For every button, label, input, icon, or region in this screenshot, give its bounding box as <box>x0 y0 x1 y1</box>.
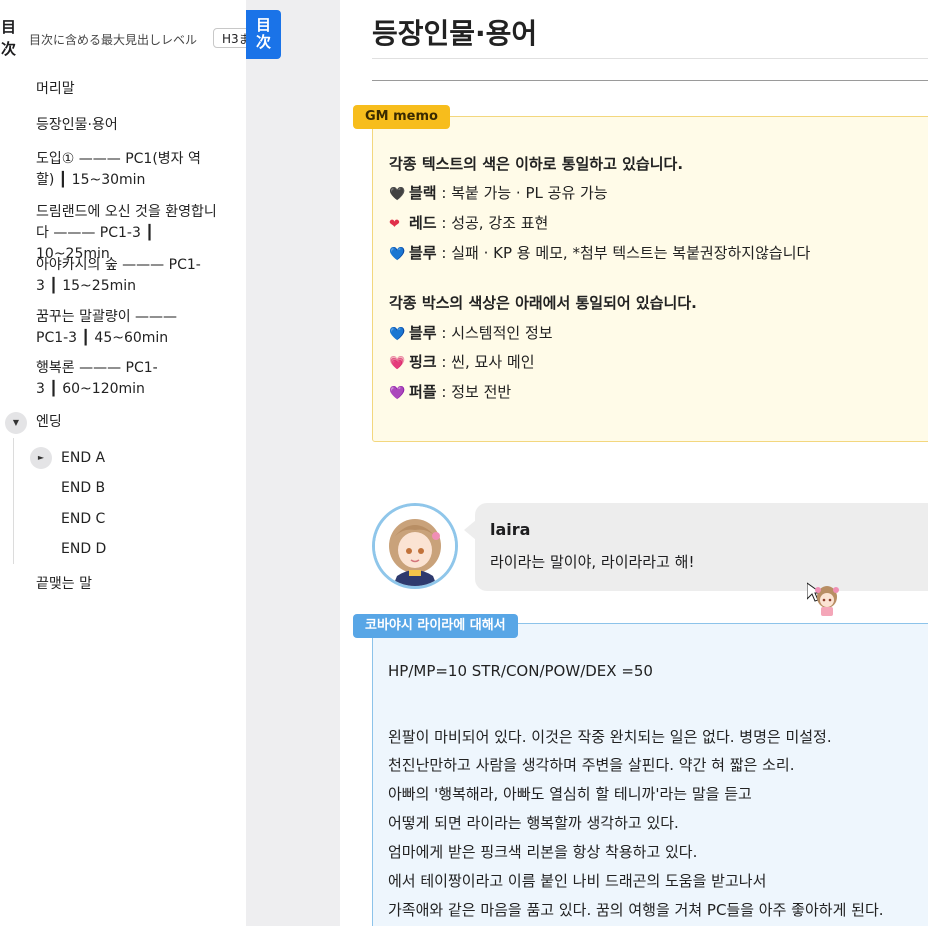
toc-tree-line <box>13 438 14 564</box>
memo-row-red: ❤ 레드 : 성공, 강조 표현 <box>389 212 548 236</box>
info-line: 가족애와 같은 마음을 품고 있다. 꿈의 여행을 거쳐 PC들을 아주 좋아하… <box>388 901 884 919</box>
memo-color-desc: : 복붙 가능 · PL 공유 가능 <box>436 184 608 202</box>
memo-row-blue-box: 💙 블루 : 시스템적인 정보 <box>389 322 553 346</box>
speaker-name: laira <box>490 520 531 539</box>
toc-item-characters[interactable]: 등장인물·용어 <box>36 115 224 136</box>
memo-heading-box-colors: 각종 박스의 색상은 아래에서 통일되어 있습니다. <box>389 294 697 312</box>
memo-color-desc: : 시스템적인 정보 <box>436 324 553 342</box>
toc-item-intro[interactable]: 도입① ——— PC1(병자 역할) ┃ 15~30min <box>36 149 206 191</box>
character-info-label: 코바야시 라이라에 대해서 <box>353 614 518 638</box>
toc-toggle-tab[interactable]: 目 次 <box>246 10 281 59</box>
avatar-laira <box>372 503 458 589</box>
memo-color-name: 핑크 <box>409 353 437 371</box>
toc-level-label: 目次に含める最大見出しレベル <box>29 33 198 47</box>
memo-color-name: 퍼플 <box>409 383 437 401</box>
pink-heart-icon: 💗 <box>389 356 406 371</box>
red-heart-icon: ❤ <box>389 217 400 232</box>
toc-item-closing[interactable]: 끝맺는 말 <box>36 574 224 595</box>
toc-toggle-ending[interactable]: ▼ <box>5 412 27 434</box>
toc-item-happiness[interactable]: 행복론 ——— PC1-3 ┃ 60~120min <box>36 358 161 400</box>
toc-item-end-a[interactable]: END A <box>61 448 246 469</box>
title-divider <box>372 80 928 81</box>
memo-color-name: 블랙 <box>409 184 437 202</box>
memo-row-purple-box: 💜 퍼플 : 정보 전반 <box>389 381 511 405</box>
memo-row-black: 🖤 블랙 : 복붙 가능 · PL 공유 가능 <box>389 182 608 206</box>
gm-memo-label: GM memo <box>353 105 450 129</box>
toc-toggle-end-a[interactable]: ► <box>30 447 52 469</box>
info-line: 어떻게 되면 라이라는 행복할까 생각하고 있다. <box>388 814 679 832</box>
toc-item-end-b[interactable]: END B <box>61 478 246 499</box>
toc-item-end-d[interactable]: END D <box>61 539 246 560</box>
toc-sidebar: 目 次 目次に含める最大見出しレベル H3ま 머리말 등장인물·용어 도입① —… <box>0 0 246 926</box>
toc-item-ending[interactable]: 엔딩 <box>36 412 224 433</box>
info-line: 엄마에게 받은 핑크색 리본을 항상 착용하고 있다. <box>388 843 698 861</box>
memo-color-desc: : 실패 · KP 용 메모, *첨부 텍스트는 복붙권장하지않습니다 <box>436 244 811 262</box>
memo-heading-text-colors: 각종 텍스트의 색은 이하로 통일하고 있습니다. <box>389 155 684 173</box>
speech-text: 라이라는 말이야, 라이라라고 해! <box>490 553 695 571</box>
memo-color-desc: : 씬, 묘사 메인 <box>436 353 535 371</box>
info-line: 아빠의 '행복해라, 아빠도 열심히 할 테니까'라는 말을 듣고 <box>388 785 752 803</box>
memo-row-blue: 💙 블루 : 실패 · KP 용 메모, *첨부 텍스트는 복붙권장하지않습니다 <box>389 242 810 266</box>
toc-item-end-c[interactable]: END C <box>61 509 246 530</box>
blue-heart-icon: 💙 <box>389 327 406 342</box>
speech-bubble <box>475 503 928 591</box>
toc-title: 目 次 <box>1 18 17 58</box>
memo-color-name: 블루 <box>409 244 437 262</box>
memo-color-desc: : 정보 전반 <box>436 383 512 401</box>
memo-color-name: 블루 <box>409 324 437 342</box>
document-page: 등장인물·용어 각종 텍스트의 색은 이하로 통일하고 있습니다. 🖤 블랙 : … <box>340 0 928 926</box>
info-line: 천진난만하고 사람을 생각하며 주변을 살핀다. 약간 혀 짧은 소리. <box>388 756 795 774</box>
gm-memo-box: 각종 텍스트의 색은 이하로 통일하고 있습니다. 🖤 블랙 : 복붙 가능 · … <box>372 116 928 442</box>
info-line: 에서 테이짱이라고 이름 붙인 나비 드래곤의 도움을 받고나서 <box>388 872 767 890</box>
memo-row-pink-box: 💗 핑크 : 씬, 묘사 메인 <box>389 351 535 375</box>
info-line: HP/MP=10 STR/CON/POW/DEX =50 <box>388 662 653 680</box>
character-sprite-icon <box>807 582 839 616</box>
memo-color-name: 레드 <box>409 214 437 232</box>
title-divider-light <box>372 58 928 59</box>
blue-heart-icon: 💙 <box>389 247 406 262</box>
toc-item-forest[interactable]: 아야카시의 숲 ——— PC1-3 ┃ 15~25min <box>36 255 206 297</box>
toc-level-select[interactable]: H3ま <box>213 28 246 48</box>
toc-item-preface[interactable]: 머리말 <box>36 79 224 100</box>
purple-heart-icon: 💜 <box>389 386 406 401</box>
black-heart-icon: 🖤 <box>389 187 406 202</box>
toc-item-tomboy[interactable]: 꿈꾸는 말괄량이 ——— PC1-3 ┃ 45~60min <box>36 307 211 349</box>
memo-color-desc: : 성공, 강조 표현 <box>436 214 549 232</box>
page-title: 등장인물·용어 <box>372 17 538 50</box>
info-line: 왼팔이 마비되어 있다. 이것은 작중 완치되는 일은 없다. 병명은 미설정. <box>388 728 832 746</box>
